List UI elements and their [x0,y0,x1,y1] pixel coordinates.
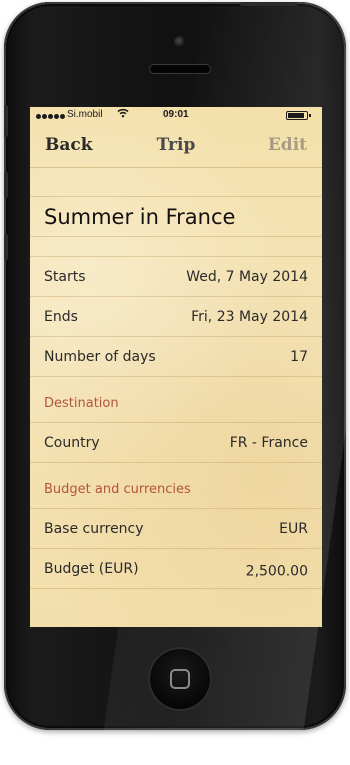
carrier-label: Si.mobil [67,109,103,120]
navigation-bar: Back Trip Edit [30,123,322,168]
status-time: 09:01 [163,109,189,120]
front-camera [174,36,186,48]
base-currency-value: EUR [279,520,308,537]
edit-button[interactable]: Edit [268,135,307,155]
starts-value: Wed, 7 May 2014 [186,268,308,285]
trip-name-row[interactable]: Summer in France [30,197,322,237]
days-value: 17 [290,348,308,365]
power-button [240,2,298,6]
days-label: Number of days [44,348,156,365]
ends-label: Ends [44,308,78,325]
app-screen: Si.mobil 09:01 Back Trip Edit Summer in … [30,107,322,627]
base-currency-row[interactable]: Base currency EUR [30,509,322,549]
days-row: Number of days 17 [30,337,322,377]
battery-icon [286,111,311,120]
starts-row[interactable]: Starts Wed, 7 May 2014 [30,257,322,297]
spacer-row [30,167,322,197]
ends-row[interactable]: Ends Fri, 23 May 2014 [30,297,322,337]
budget-value: 2,500.00 [245,562,308,579]
destination-header: Destination [44,396,119,411]
ends-value: Fri, 23 May 2014 [191,308,308,325]
mute-switch [4,105,8,137]
country-label: Country [44,434,100,451]
home-square-icon [170,669,190,689]
country-row[interactable]: Country FR - France [30,423,322,463]
budget-header: Budget and currencies [44,482,191,497]
volume-down-button [4,234,8,260]
trip-name: Summer in France [44,205,236,229]
spacer-row [30,237,322,257]
starts-label: Starts [44,268,86,285]
home-button[interactable] [148,647,212,711]
signal-dots-icon [36,111,66,122]
base-currency-label: Base currency [44,520,144,537]
status-bar: Si.mobil 09:01 [30,107,322,123]
budget-header-row: Budget and currencies [30,463,322,509]
destination-header-row: Destination [30,377,322,423]
earpiece-speaker [149,64,211,74]
budget-label: Budget (EUR) [44,560,139,577]
budget-row[interactable]: Budget (EUR) 2,500.00 [30,549,322,589]
country-value: FR - France [229,434,308,451]
volume-up-button [4,172,8,198]
wifi-icon [117,108,129,121]
